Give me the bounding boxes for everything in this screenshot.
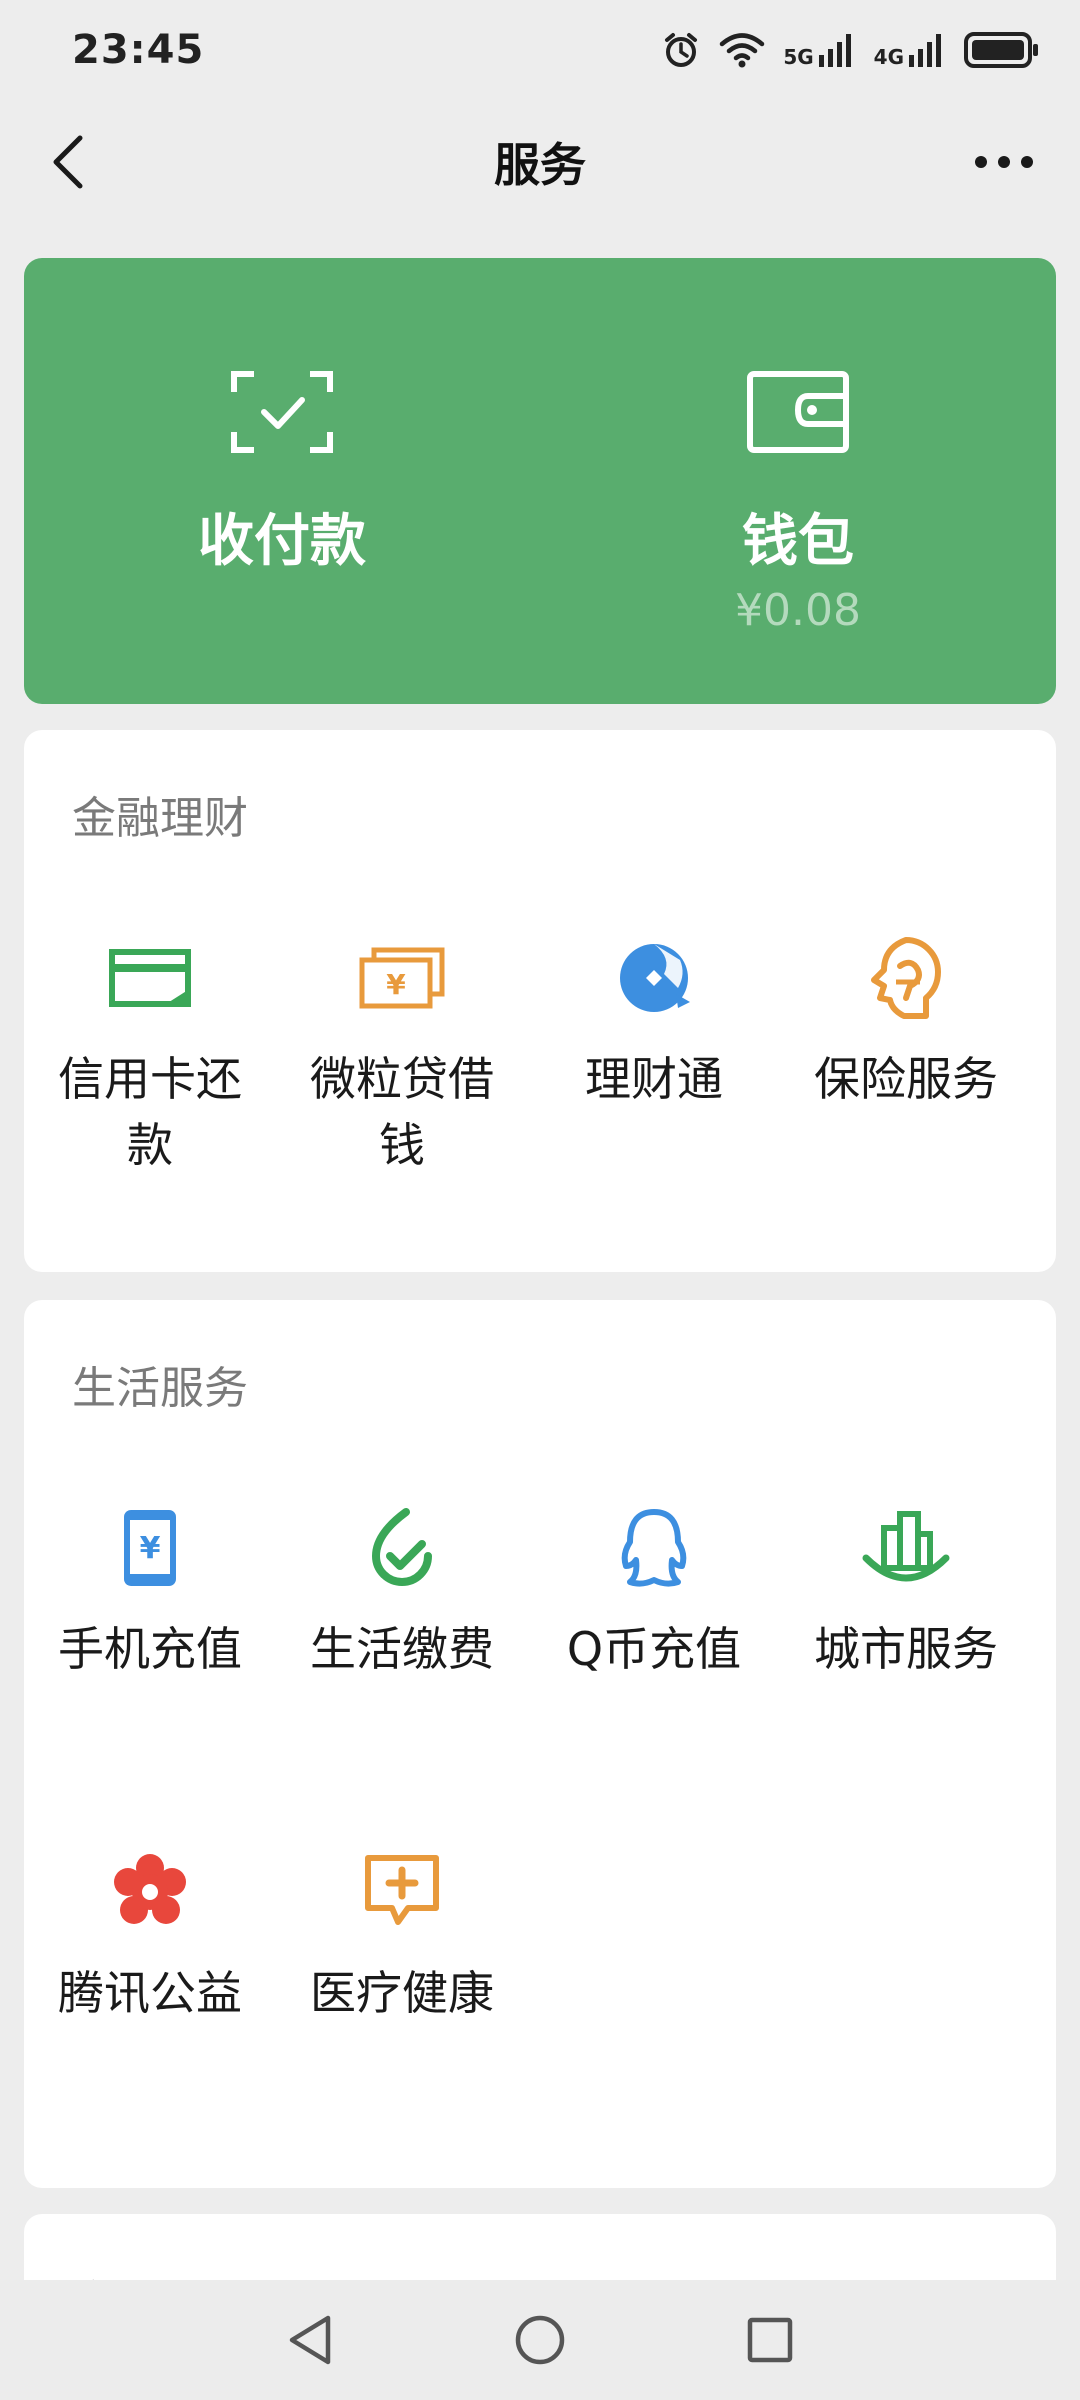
life-services-section: 生活服务 ¥ 手机充值 生活缴费 Q币充值 城市服务 腾讯公益 医疗健康: [24, 1300, 1056, 2188]
back-arrow-icon: [53, 135, 83, 189]
svg-text:¥: ¥: [140, 1531, 161, 1566]
wifi-icon: [720, 33, 765, 68]
bill-payment-item[interactable]: 生活缴费: [276, 1500, 528, 1682]
nav-bar: 服务: [0, 100, 1080, 224]
qq-coin-item[interactable]: Q币充值: [528, 1500, 780, 1682]
back-button[interactable]: [36, 130, 100, 194]
life-section-title: 生活服务: [72, 1363, 248, 1414]
money-bills-icon: ¥: [354, 930, 450, 1026]
signal-bars-icon: [909, 34, 941, 67]
insurance-icon: [858, 930, 954, 1026]
system-nav-bar: [0, 2280, 1080, 2400]
credit-card-icon: [102, 930, 198, 1026]
bill-payment-label: 生活缴费: [310, 1622, 494, 1676]
credit-card-repay-label: 信用卡还款: [58, 1052, 242, 1172]
net-label-4g: 4G: [873, 45, 904, 69]
more-button[interactable]: [964, 130, 1044, 194]
tencent-charity-label: 腾讯公益: [58, 1966, 242, 2020]
signal-4g-indicator: 4G: [874, 33, 946, 67]
phone-recharge-label: 手机充值: [58, 1622, 242, 1676]
insurance-item[interactable]: 保险服务: [780, 930, 1032, 1112]
svg-text:¥: ¥: [386, 968, 406, 1001]
finance-section: 金融理财 信用卡还款 ¥ 微粒贷借钱 理财通 保险服务: [24, 730, 1056, 1272]
qq-coin-icon: [606, 1500, 702, 1596]
system-home-button[interactable]: [500, 2300, 580, 2380]
wallet-hero-card: 收付款 钱包 ¥0.08: [24, 258, 1056, 704]
city-service-label: 城市服务: [814, 1622, 998, 1676]
pay-collect-button[interactable]: 收付款: [24, 258, 540, 704]
charity-flower-icon: [102, 1844, 198, 1940]
licaitong-item[interactable]: 理财通: [528, 930, 780, 1112]
wallet-balance: ¥0.08: [735, 585, 861, 636]
medical-health-icon: [354, 1844, 450, 1940]
medical-health-label: 医疗健康: [310, 1966, 494, 2020]
alarm-icon: [665, 33, 698, 67]
tencent-charity-item[interactable]: 腾讯公益: [24, 1844, 276, 2026]
more-dots-icon: [975, 156, 1033, 168]
signal-bars-icon: [818, 34, 851, 67]
battery-icon: [964, 32, 1038, 68]
qq-coin-label: Q币充值: [566, 1622, 742, 1676]
city-service-icon: [858, 1500, 954, 1596]
phone-recharge-icon: ¥: [102, 1500, 198, 1596]
weilidai-loan-label: 微粒贷借钱: [310, 1052, 494, 1172]
nav-back-triangle-icon: [289, 2315, 331, 2365]
status-bar: 23:45 5G 4G: [0, 0, 1080, 100]
bill-payment-icon: [354, 1500, 450, 1596]
credit-card-repay-item[interactable]: 信用卡还款: [24, 930, 276, 1178]
nav-recents-square-icon: [747, 2317, 793, 2363]
status-icons: 5G 4G: [661, 30, 1040, 70]
page-title: 服务: [494, 138, 586, 192]
system-back-button[interactable]: [270, 2300, 350, 2380]
medical-health-item[interactable]: 医疗健康: [276, 1844, 528, 2026]
scan-check-icon: [231, 371, 333, 453]
licaitong-label: 理财通: [585, 1052, 723, 1106]
status-time: 23:45: [72, 27, 205, 73]
wallet-icon: [747, 371, 849, 453]
wallet-button[interactable]: 钱包 ¥0.08: [540, 258, 1056, 704]
finance-section-title: 金融理财: [72, 793, 248, 844]
system-recents-button[interactable]: [730, 2300, 810, 2380]
net-label-5g: 5G: [783, 45, 814, 69]
city-service-item[interactable]: 城市服务: [780, 1500, 1032, 1682]
signal-5g-indicator: 5G: [783, 33, 855, 67]
insurance-label: 保险服务: [814, 1052, 998, 1106]
phone-recharge-item[interactable]: ¥ 手机充值: [24, 1500, 276, 1682]
weilidai-loan-item[interactable]: ¥ 微粒贷借钱: [276, 930, 528, 1178]
wallet-label: 钱包: [742, 509, 854, 574]
wealth-icon: [606, 930, 702, 1026]
nav-home-circle-icon: [515, 2315, 565, 2365]
pay-collect-label: 收付款: [198, 509, 366, 574]
